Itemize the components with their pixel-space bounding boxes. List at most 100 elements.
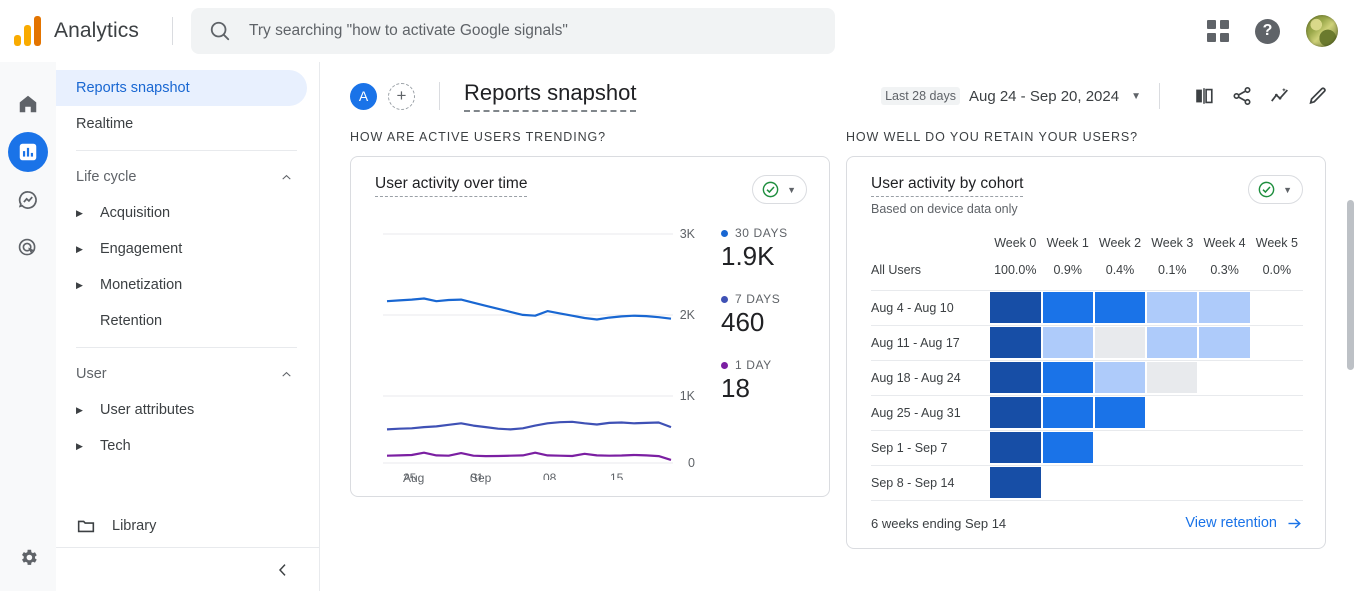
heatmap-cell[interactable] [1250, 360, 1303, 396]
line-chart[interactable]: 3K 2K 1K 0 25 01 08 15 Aug Sep [375, 220, 699, 485]
heatmap-cell[interactable] [989, 360, 1042, 396]
insights-icon[interactable] [1268, 84, 1292, 108]
heatmap-cell[interactable] [1041, 290, 1094, 326]
chart-legend: 30 DAYS 1.9K 7 DAYS 460 1 DAY 18 [721, 220, 788, 480]
sidebar-item-monetization[interactable]: ▶ Monetization [56, 267, 307, 303]
heatmap-cell[interactable] [989, 465, 1042, 501]
heatmap-cell[interactable] [1093, 395, 1147, 431]
heatmap-cell[interactable] [1250, 325, 1303, 361]
all-users-percent: 100.0% [989, 260, 1042, 291]
sidebar-group-user[interactable]: User [56, 356, 319, 392]
heatmap-cell[interactable] [989, 430, 1042, 466]
heatmap-cell-fill [990, 397, 1041, 428]
view-retention-link[interactable]: View retention [1185, 515, 1303, 532]
compare-icon[interactable] [1192, 84, 1216, 108]
heatmap-cell[interactable] [989, 395, 1042, 431]
heatmap-cell[interactable] [1093, 325, 1147, 361]
sidebar-item-user-attributes[interactable]: ▶ User attributes [56, 392, 307, 428]
card-title[interactable]: User activity by cohort [871, 175, 1024, 197]
sidebar-item-realtime[interactable]: Realtime [56, 106, 307, 142]
heatmap-cell[interactable] [1250, 430, 1303, 466]
vertical-scrollbar[interactable] [1347, 200, 1354, 370]
heatmap-cell[interactable] [1093, 430, 1147, 466]
heatmap-cell[interactable] [1146, 360, 1199, 396]
heatmap-cell[interactable] [1198, 325, 1251, 361]
sidebar-item-library[interactable]: Library [56, 508, 319, 544]
heatmap-cell[interactable] [989, 290, 1042, 326]
rail-item-admin[interactable] [8, 537, 48, 577]
column-header-week-2: Week 2 [1098, 236, 1142, 250]
legend-item-7-days[interactable]: 7 DAYS 460 [721, 292, 788, 338]
legend-label: 1 DAY [735, 358, 772, 372]
heatmap-cell[interactable] [1198, 360, 1251, 396]
sidebar-item-acquisition[interactable]: ▶ Acquisition [56, 195, 307, 231]
heatmap-cell-fill [990, 362, 1041, 393]
all-users-percent: 0.0% [1250, 260, 1303, 291]
heatmap-cell[interactable] [1041, 325, 1094, 361]
rail-item-home[interactable] [8, 84, 48, 124]
rail-item-reports[interactable] [8, 132, 48, 172]
heatmap-cell[interactable] [1250, 395, 1303, 431]
heatmap-cell-fill [1199, 292, 1250, 323]
heatmap-cell[interactable] [1250, 290, 1303, 326]
apps-grid-icon[interactable] [1207, 20, 1229, 42]
rail-item-explore[interactable] [8, 180, 48, 220]
legend-item-1-day[interactable]: 1 DAY 18 [721, 358, 788, 404]
chevron-down-icon: ▼ [1283, 184, 1292, 195]
date-range-value[interactable]: Aug 24 - Sep 20, 2024 [969, 88, 1119, 105]
heatmap-cell[interactable] [1146, 465, 1199, 501]
triangle-right-icon: ▶ [76, 207, 83, 218]
legend-item-30-days[interactable]: 30 DAYS 1.9K [721, 226, 788, 272]
share-icon[interactable] [1230, 84, 1254, 108]
heatmap-cell[interactable] [1041, 465, 1094, 501]
edit-icon[interactable] [1306, 84, 1330, 108]
triangle-right-icon: ▶ [76, 404, 83, 415]
heatmap-cell[interactable] [1093, 290, 1147, 326]
data-quality-badge[interactable]: ▼ [1248, 175, 1303, 204]
legend-dot-icon [721, 295, 728, 303]
table-row: Sep 1 - Sep 7 [871, 430, 1303, 466]
sidebar-item-reports-snapshot[interactable]: Reports snapshot [56, 70, 307, 106]
heatmap-cell-fill [1042, 362, 1093, 393]
heatmap-cell[interactable] [1198, 395, 1251, 431]
page-title[interactable]: Reports snapshot [464, 80, 637, 112]
sidebar-item-tech[interactable]: ▶ Tech [56, 428, 307, 464]
heatmap-cell[interactable] [1041, 395, 1094, 431]
avatar[interactable] [1306, 15, 1338, 47]
heatmap-cell[interactable] [1146, 325, 1199, 361]
heatmap-cell[interactable] [1198, 465, 1251, 501]
heatmap-cell[interactable] [1146, 395, 1199, 431]
heatmap-cell[interactable] [1093, 360, 1147, 396]
sidebar-item-retention[interactable]: Retention [56, 303, 307, 339]
heatmap-cell[interactable] [989, 325, 1042, 361]
heatmap-cell[interactable] [1198, 430, 1251, 466]
card-title[interactable]: User activity over time [375, 175, 528, 197]
property-avatar[interactable]: A [350, 82, 377, 110]
legend-dot-icon [721, 229, 728, 237]
heatmap-cell[interactable] [1250, 465, 1303, 501]
sidebar-item-engagement[interactable]: ▶ Engagement [56, 231, 307, 267]
collapse-sidebar-button[interactable] [271, 558, 295, 582]
chevron-down-icon[interactable]: ▼ [1131, 91, 1141, 102]
view-retention-label: View retention [1185, 515, 1277, 531]
data-quality-badge[interactable]: ▼ [752, 175, 807, 204]
search-bar[interactable] [191, 8, 835, 54]
sidebar-group-life-cycle[interactable]: Life cycle [56, 159, 319, 195]
search-icon [210, 21, 230, 41]
analytics-logo-icon [14, 16, 42, 46]
row-label: Aug 11 - Aug 17 [871, 325, 989, 361]
heatmap-cell[interactable] [1146, 430, 1199, 466]
card-header: User activity by cohort Based on device … [871, 175, 1303, 216]
heatmap-cell[interactable] [1041, 430, 1094, 466]
heatmap-cell[interactable] [1146, 290, 1199, 326]
heatmap-cell-fill [990, 467, 1041, 498]
add-comparison-button[interactable]: + [388, 82, 415, 110]
rail-item-advertising[interactable] [8, 228, 48, 268]
heatmap-cell[interactable] [1198, 290, 1251, 326]
heatmap-cell[interactable] [1041, 360, 1094, 396]
search-input[interactable] [249, 22, 817, 40]
help-icon[interactable]: ? [1255, 18, 1280, 44]
advertising-icon [18, 238, 36, 256]
heatmap-cell[interactable] [1093, 465, 1147, 501]
chart-svg: 3K 2K 1K 0 25 01 08 15 [383, 227, 696, 485]
